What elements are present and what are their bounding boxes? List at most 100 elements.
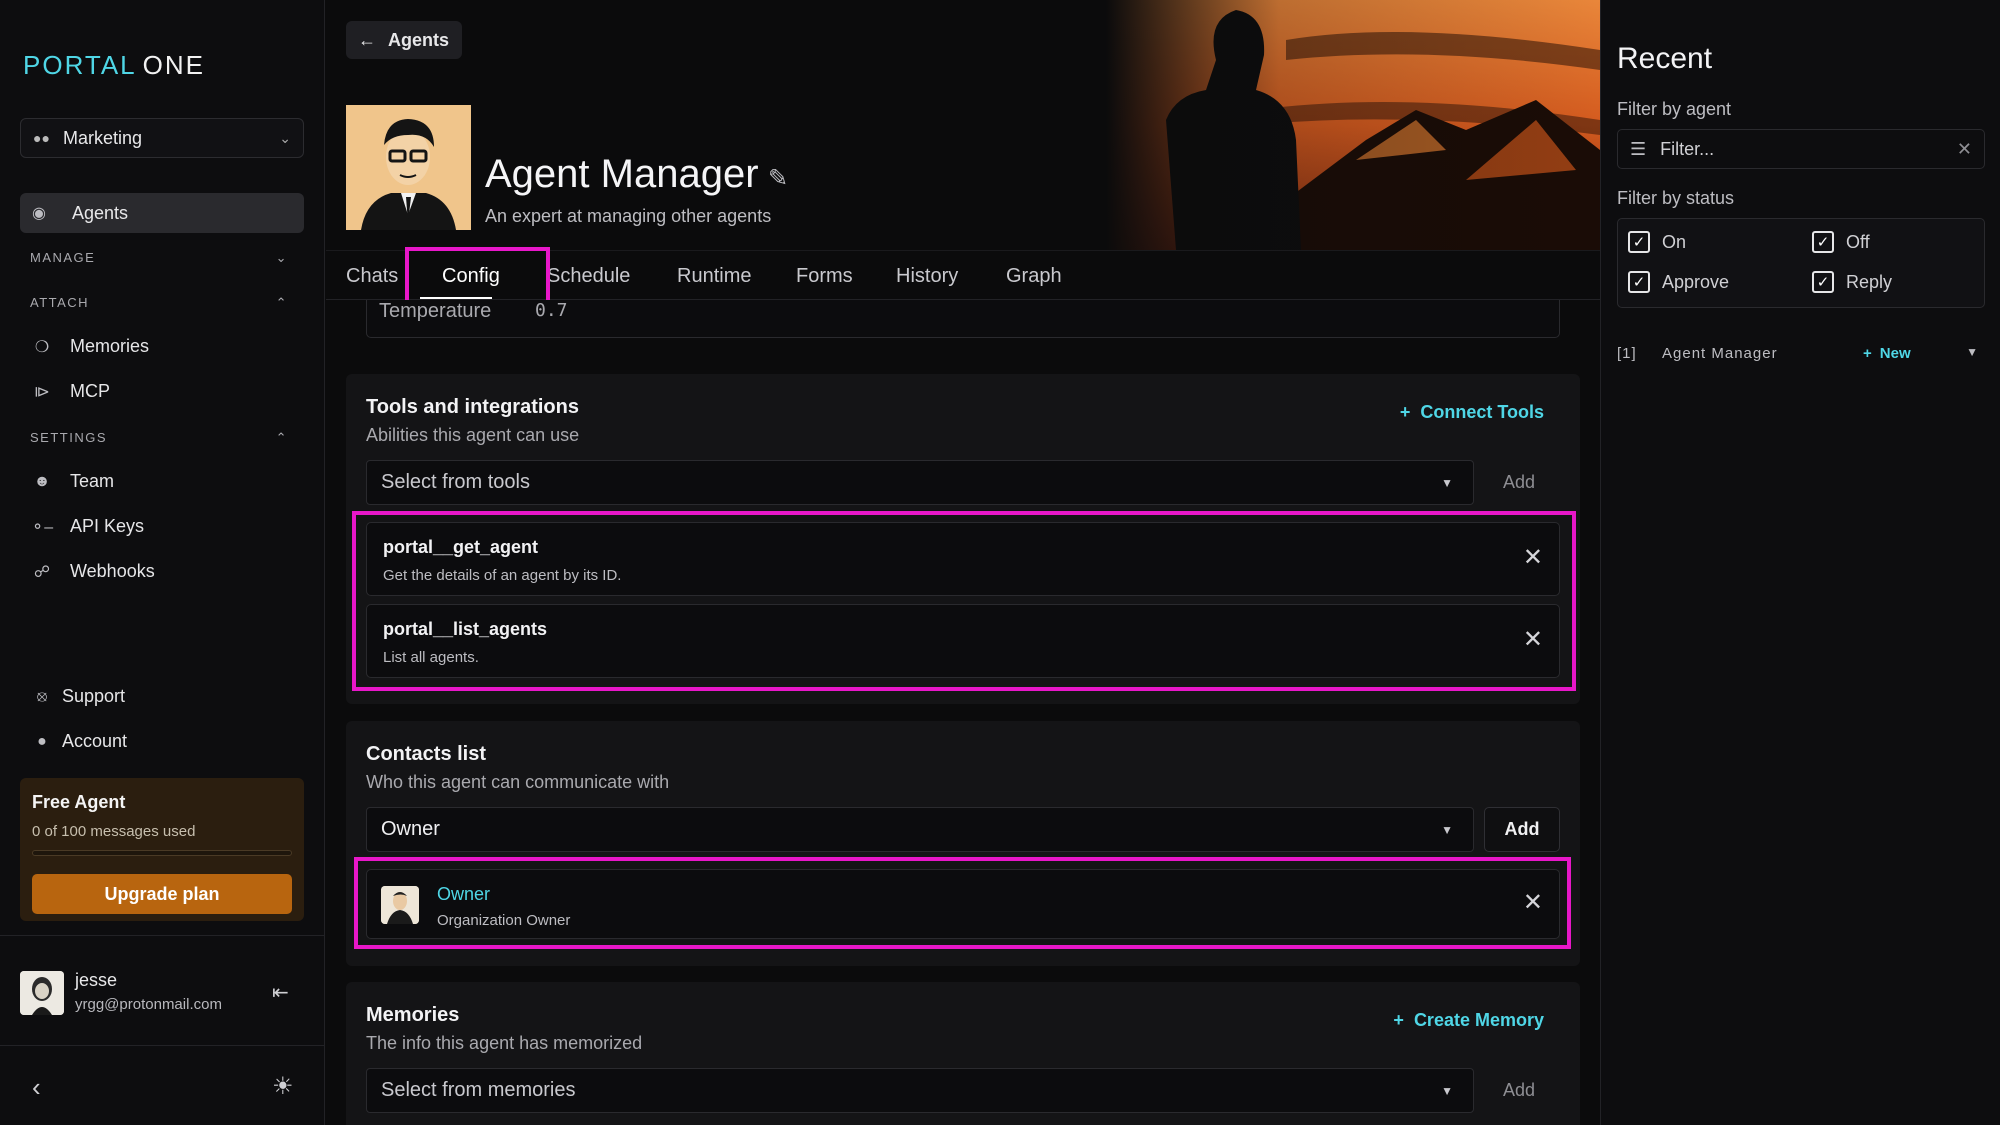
sidebar-item-webhooks[interactable]: ☍ Webhooks	[30, 561, 155, 582]
section-manage[interactable]: MANAGE ⌄	[30, 250, 288, 266]
checkmark-icon: ✓	[1628, 271, 1650, 293]
logo-part-portal: PORTAL	[23, 50, 137, 80]
sidebar-item-label: Team	[70, 471, 115, 491]
section-attach[interactable]: ATTACH ⌃	[30, 295, 288, 311]
sidebar-item-label: Agents	[72, 202, 129, 223]
tab-chats[interactable]: Chats	[346, 265, 398, 288]
caret-down-icon: ▼	[1441, 475, 1453, 490]
lifebuoy-icon: ⦻	[36, 687, 48, 705]
filter-agent-input[interactable]: ☰ Filter... ✕	[1617, 129, 1985, 169]
contacts-selected-value: Owner	[381, 818, 440, 840]
create-memory-button[interactable]: + Create Memory	[1393, 1010, 1544, 1031]
user-icon: ●	[37, 732, 47, 750]
sun-icon[interactable]: ☀	[272, 1072, 294, 1101]
edit-pencil-icon[interactable]: ✎	[768, 164, 788, 193]
main-content: ← Agents Agent Manager ✎ An expert at ma…	[326, 0, 1600, 1125]
clear-filter-close-icon[interactable]: ✕	[1957, 139, 1972, 160]
chevron-up-icon: ⌃	[275, 295, 288, 310]
recent-panel: Recent Filter by agent ☰ Filter... ✕ Fil…	[1600, 0, 2000, 1125]
sidebar-item-support[interactable]: ⦻ Support	[30, 686, 125, 707]
sidebar-item-label: Webhooks	[70, 561, 155, 581]
plan-title: Free Agent	[32, 792, 126, 812]
status-checkbox-approve[interactable]: ✓ Approve	[1628, 271, 1729, 293]
app-root: PORTAL ONE ●​● Marketing ⌄ ◉ Agents MANAG…	[0, 0, 2000, 1125]
connect-tools-button[interactable]: + Connect Tools	[1400, 402, 1544, 423]
logout-icon[interactable]: ⇤	[272, 980, 289, 1005]
tab-schedule[interactable]: Schedule	[547, 265, 630, 288]
collapse-sidebar-icon[interactable]: ‹	[32, 1072, 41, 1103]
portal-one-logo[interactable]: PORTAL ONE	[23, 50, 205, 81]
chevron-down-icon[interactable]: ▼	[1966, 345, 1979, 359]
add-memory-button[interactable]: Add	[1481, 1068, 1557, 1113]
status-label: Approve	[1662, 271, 1730, 292]
tab-graph[interactable]: Graph	[1006, 265, 1062, 288]
webhook-icon: ☍	[33, 563, 51, 581]
section-settings[interactable]: SETTINGS ⌃	[30, 430, 288, 446]
add-tool-button[interactable]: Add	[1481, 460, 1557, 505]
tab-history[interactable]: History	[896, 265, 958, 288]
highlight-tools-list	[352, 511, 1576, 691]
memories-card: Memories The info this agent has memoriz…	[346, 982, 1580, 1125]
sidebar-item-account[interactable]: ● Account	[30, 731, 127, 752]
tab-forms[interactable]: Forms	[796, 265, 853, 288]
sidebar-item-label: Account	[62, 731, 128, 751]
chevron-down-icon: ⌄	[279, 129, 291, 146]
temperature-field[interactable]: Temperature 0.7	[366, 300, 1560, 338]
section-label: ATTACH	[30, 295, 90, 310]
filter-status-label: Filter by status	[1617, 188, 1735, 208]
status-label: On	[1662, 231, 1687, 252]
avatar[interactable]	[20, 971, 64, 1015]
tools-title: Tools and integrations	[366, 396, 579, 418]
status-checkbox-on[interactable]: ✓ On	[1628, 231, 1686, 253]
chevron-up-icon: ⌃	[275, 430, 288, 445]
upgrade-plan-button[interactable]: Upgrade plan	[32, 874, 292, 914]
plan-usage-bar	[32, 850, 292, 856]
sidebar-item-api-keys[interactable]: ⚬– API Keys	[30, 516, 144, 537]
plan-usage: 0 of 100 messages used	[32, 823, 196, 840]
back-label: Agents	[388, 29, 450, 50]
user-email: yrgg@protonmail.com	[75, 996, 222, 1013]
recent-title: Recent	[1617, 42, 1713, 75]
mcp-icon: ⧐	[34, 383, 50, 401]
sidebar-item-mcp[interactable]: ⧐ MCP	[30, 381, 110, 402]
create-memory-label: Create Memory	[1413, 1010, 1544, 1030]
hero-illustration	[1106, 0, 1600, 250]
memories-title: Memories	[366, 1004, 460, 1026]
contacts-description: Who this agent can communicate with	[366, 772, 670, 792]
sidebar: PORTAL ONE ●​● Marketing ⌄ ◉ Agents MANAG…	[0, 0, 325, 1125]
new-chat-button[interactable]: + New	[1863, 345, 1911, 362]
recent-index: [1]	[1617, 345, 1637, 362]
user-profile: jesse yrgg@protonmail.com ⇤	[0, 935, 325, 1045]
sidebar-item-team[interactable]: ☻ Team	[30, 471, 114, 492]
status-checkbox-off[interactable]: ✓ Off	[1812, 231, 1870, 253]
tools-description: Abilities this agent can use	[366, 425, 580, 445]
checkmark-icon: ✓	[1812, 231, 1834, 253]
status-checkbox-reply[interactable]: ✓ Reply	[1812, 271, 1892, 293]
tab-runtime[interactable]: Runtime	[677, 265, 751, 288]
sidebar-footer: ‹ ☀	[0, 1045, 325, 1125]
agent-description: An expert at managing other agents	[485, 206, 772, 226]
contacts-select[interactable]: Owner ▼	[366, 807, 1474, 852]
highlight-config-tab	[405, 247, 550, 307]
sidebar-item-memories[interactable]: ❍ Memories	[30, 336, 149, 357]
sidebar-item-agents[interactable]: ◉ Agents	[20, 193, 304, 233]
checkmark-icon: ✓	[1628, 231, 1650, 253]
caret-down-icon: ▼	[1441, 822, 1453, 837]
plus-icon: +	[1863, 345, 1872, 362]
filter-agent-label: Filter by agent	[1617, 99, 1732, 119]
status-filter-group: ✓ On ✓ Off ✓ Approve ✓ Reply	[1617, 218, 1985, 308]
tools-select[interactable]: Select from tools ▼	[366, 460, 1474, 505]
agent-title: Agent Manager	[485, 152, 759, 196]
arrow-left-icon: ←	[358, 29, 376, 50]
memories-description: The info this agent has memorized	[366, 1033, 643, 1053]
workspace-icon: ●​●	[33, 130, 50, 146]
plus-icon: +	[1393, 1010, 1404, 1030]
workspace-selector[interactable]: ●​● Marketing ⌄	[20, 118, 304, 158]
status-label: Off	[1846, 231, 1870, 252]
back-to-agents-button[interactable]: ← Agents	[346, 21, 462, 59]
add-contact-button[interactable]: Add	[1484, 807, 1560, 852]
recent-agent-name: Agent Manager	[1662, 345, 1778, 362]
plan-card: Free Agent 0 of 100 messages used Upgrad…	[20, 778, 304, 921]
memories-select[interactable]: Select from memories ▼	[366, 1068, 1474, 1113]
recent-agent-row[interactable]: [1] Agent Manager + New ▼	[1617, 345, 1985, 369]
